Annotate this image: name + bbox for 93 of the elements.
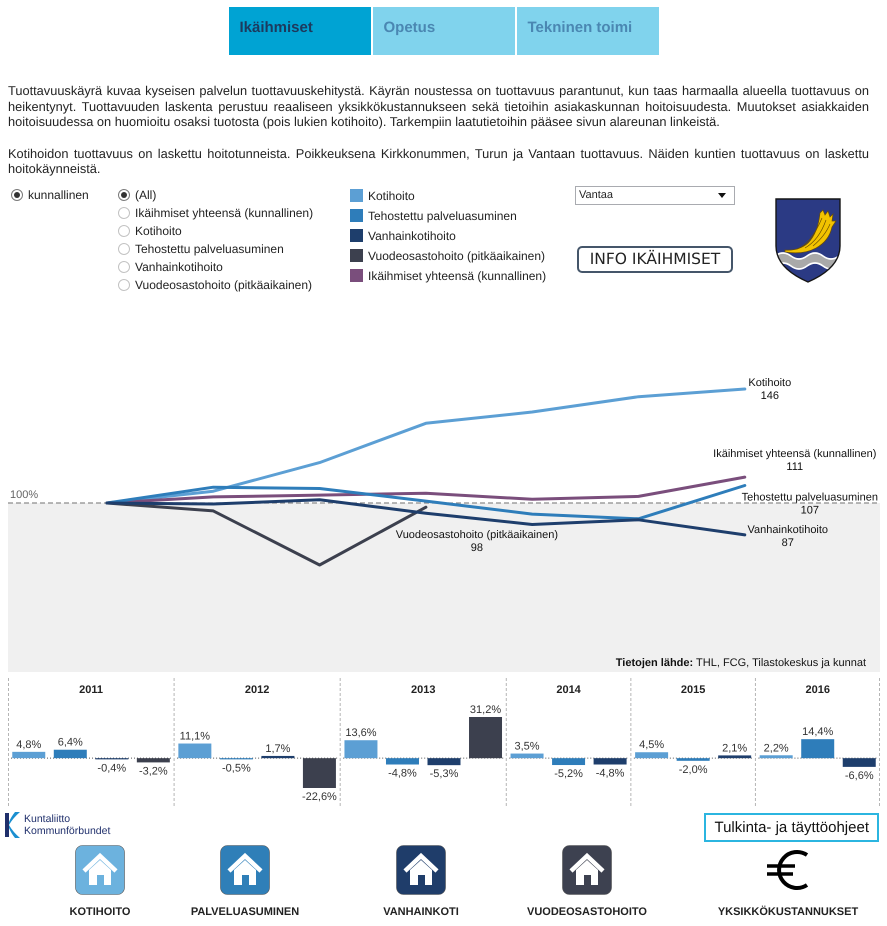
radio-option[interactable]: (All) xyxy=(118,186,156,204)
radio-icon[interactable] xyxy=(118,260,130,272)
bar xyxy=(386,758,419,764)
value-label: -6,6% xyxy=(844,769,874,782)
bar xyxy=(261,755,294,758)
bar xyxy=(178,743,212,758)
bar xyxy=(594,758,627,764)
radio-option[interactable]: Kotihoito xyxy=(118,222,182,240)
bar xyxy=(510,753,544,758)
source-note: Tietojen lähde: THL, FCG, Tilastokeskus ja kunnat xyxy=(616,656,866,668)
bar xyxy=(302,758,336,788)
bar xyxy=(801,738,834,758)
value-label: 2,2% xyxy=(764,742,789,754)
info-button[interactable]: INFO IKÄIHMISET xyxy=(577,246,733,272)
value-label: 1,7% xyxy=(265,742,290,754)
legend-label: Vuodeosastohoito (pitkäaikainen) xyxy=(368,248,546,262)
logo-text: Kommunförbundet xyxy=(24,824,110,836)
nav-link[interactable]: VUODEOSASTOHOITO xyxy=(526,844,647,918)
radio-option[interactable]: Ikäihmiset yhteensä (kunnallinen) xyxy=(118,204,314,222)
nav-link[interactable]: KOTIHOITO xyxy=(70,844,130,918)
radio-icon[interactable] xyxy=(118,278,130,290)
guide-button[interactable]: Tulkinta- ja täyttöohjeet xyxy=(704,812,879,842)
line-label: Ikäihmiset yhteensä (kunnallinen) xyxy=(713,448,876,460)
legend-label: Tehostettu palveluasuminen xyxy=(368,208,517,222)
nav-link[interactable]: PALVELUASUMINEN xyxy=(190,844,300,918)
radio-icon[interactable] xyxy=(118,206,130,218)
value-label: 31,2% xyxy=(470,704,502,716)
value-label: 107 xyxy=(800,504,819,516)
radio-icon[interactable] xyxy=(118,242,130,254)
value-label: -3,2% xyxy=(138,764,168,777)
value-label: 13,6% xyxy=(345,726,377,739)
coat-of-arms-icon xyxy=(775,198,841,282)
radio-option[interactable]: kunnallinen xyxy=(11,186,89,204)
bar xyxy=(676,758,710,760)
value-label: -5,3% xyxy=(430,768,458,780)
bar xyxy=(344,740,378,758)
year-label: 2013 xyxy=(411,684,436,696)
logo-text: Kuntaliitto xyxy=(24,812,72,824)
year-label: 2016 xyxy=(805,684,830,696)
value-label: -22,6% xyxy=(302,790,337,802)
value-label: 11,1% xyxy=(180,730,210,742)
radio-icon[interactable] xyxy=(11,188,23,200)
line-label: Vuodeosastohoito (pitkäaikainen) xyxy=(396,528,558,541)
reference-label: 100% xyxy=(10,488,38,500)
value-label: -4,8% xyxy=(388,767,417,779)
caret-icon xyxy=(718,192,726,198)
nav-link[interactable]: YKSIKKÖKUSTANNUKSET xyxy=(718,844,858,918)
bar xyxy=(552,758,586,765)
radio-option[interactable]: Vuodeosastohoito (pitkäaikainen) xyxy=(118,276,312,294)
year-label: 2012 xyxy=(244,684,270,696)
value-label: 14,4% xyxy=(802,726,834,738)
municipality-dropdown[interactable]: Vantaa xyxy=(575,186,735,204)
bar xyxy=(54,749,87,758)
bar xyxy=(760,754,793,758)
value-label: -4,8% xyxy=(596,767,624,779)
value-label: -2,0% xyxy=(678,763,708,776)
line-label: Kotihoito xyxy=(748,376,792,388)
bar xyxy=(12,751,46,758)
radio-icon[interactable] xyxy=(118,224,130,236)
bar xyxy=(635,752,668,758)
bar xyxy=(136,758,170,762)
tab[interactable]: Ikäihmiset xyxy=(228,7,370,55)
year-label: 2015 xyxy=(680,684,706,696)
line-label: Vanhainkotihoito xyxy=(748,523,828,536)
legend-label: Vanhainkotihoito xyxy=(368,228,456,242)
nav-link[interactable]: VANHAINKOTI xyxy=(383,844,459,918)
year-label: 2011 xyxy=(79,684,103,696)
radio-icon[interactable] xyxy=(118,188,130,200)
radio-option[interactable]: Tehostettu palveluasuminen xyxy=(118,240,284,258)
value-label: 3,5% xyxy=(514,740,540,752)
intro-paragraph: Kotihoidon tuottavuus on laskettu hoitotunneista. Poikkeuksena Kirkkonummen, Turun ja Vantaan tuottavuus. Näiden kuntien tuottavuus on laskettu hoitokäynneistä. xyxy=(8,146,869,176)
value-label: 98 xyxy=(470,542,484,554)
year-label: 2014 xyxy=(556,684,581,696)
value-label: 4,8% xyxy=(16,738,42,750)
logo-icon xyxy=(5,812,20,838)
intro-paragraph: Tuottavuuskäyrä kuvaa kyseisen palvelun tuottavuuskehitystä. Käyrän noustessa on tuottavuus parantunut, kun taas harmaalla alueella tuottavuus on heikentynyt. Tuottavuuden laskenta perustuu reaaliseen yksikkökustannukseen sekä tietoihin asiakaskunnan hoitoisuudesta. Muutokset asiakkaiden hoitoisuudessa on huomioitu osaksi tuotosta (pois lukien kotihoito). Tarkempiin laatutietoihin pääsee sivun alareunan linkeistä. xyxy=(8,83,869,130)
value-label: 87 xyxy=(782,536,794,548)
value-label: 111 xyxy=(786,460,804,473)
value-label: 146 xyxy=(760,390,779,402)
value-label: -0,5% xyxy=(222,762,251,774)
legend-label: Kotihoito xyxy=(368,188,415,202)
value-label: 4,5% xyxy=(639,738,664,751)
radio-option[interactable]: Vanhainkotihoito xyxy=(118,258,223,276)
bar xyxy=(469,716,502,758)
bar xyxy=(428,758,460,765)
bar xyxy=(842,758,876,766)
value-label: -0,4% xyxy=(97,762,126,774)
legend-label: Ikäihmiset yhteensä (kunnallinen) xyxy=(368,268,546,282)
value-label: 6,4% xyxy=(58,736,83,748)
value-label: 2,1% xyxy=(722,742,748,754)
bar xyxy=(718,754,752,758)
value-label: -5,2% xyxy=(554,768,583,780)
line-label: Tehostettu palveluasuminen xyxy=(742,491,878,503)
